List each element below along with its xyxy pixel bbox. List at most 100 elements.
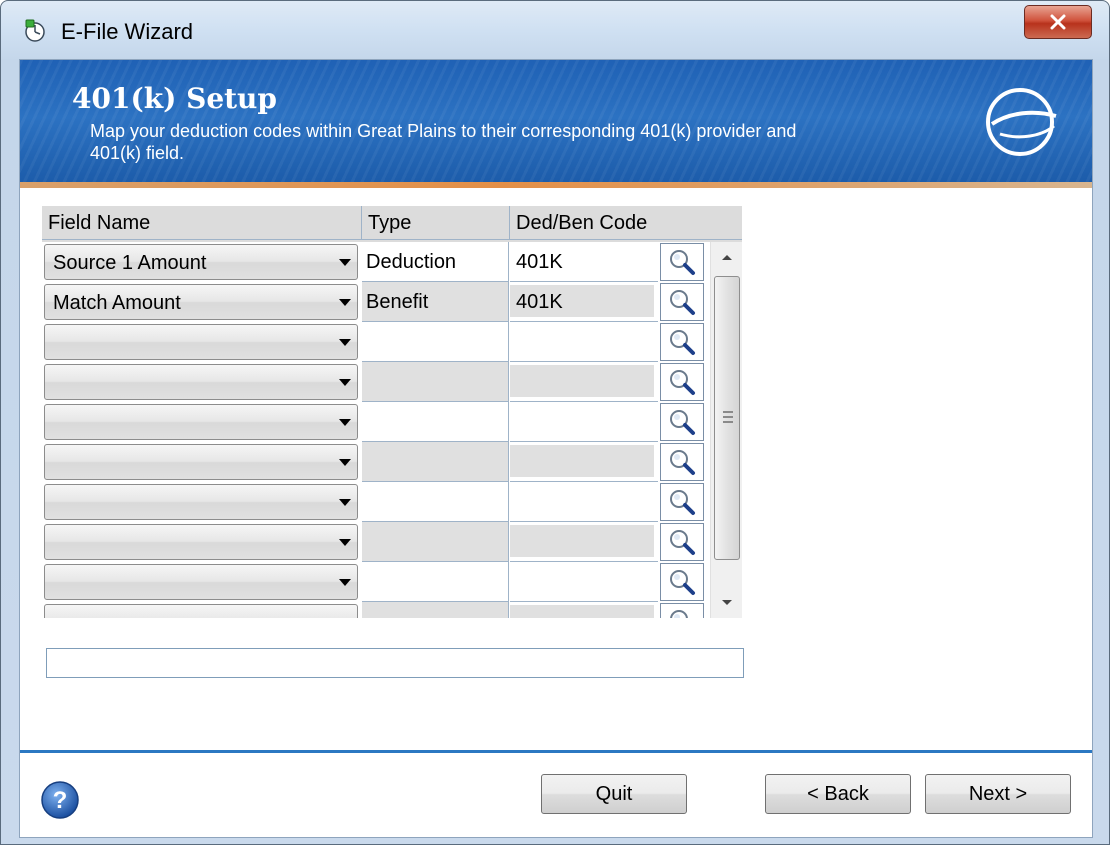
- dropdown-arrow-icon: [339, 259, 351, 266]
- table-row: [42, 322, 742, 362]
- scroll-up-button[interactable]: [711, 242, 742, 272]
- field-name-dropdown[interactable]: Source 1 Amount: [44, 244, 358, 280]
- help-icon[interactable]: ?: [40, 780, 80, 820]
- field-name-dropdown[interactable]: [44, 604, 358, 618]
- dropdown-arrow-icon: [339, 379, 351, 386]
- title-bar: E-File Wizard: [1, 1, 1109, 59]
- column-header-type[interactable]: Type: [362, 206, 510, 240]
- wizard-app-icon: [25, 19, 45, 42]
- code-field[interactable]: [510, 445, 654, 477]
- type-cell: Deduction: [362, 242, 509, 282]
- column-header-field-name[interactable]: Field Name: [42, 206, 362, 240]
- table-row: [42, 402, 742, 442]
- field-name-dropdown[interactable]: [44, 404, 358, 440]
- code-field[interactable]: [510, 325, 654, 357]
- magnifier-icon: [670, 610, 688, 618]
- type-cell: [362, 482, 509, 522]
- column-header-code[interactable]: Ded/Ben Code: [510, 206, 742, 240]
- code-cell[interactable]: [510, 322, 658, 362]
- field-name-dropdown[interactable]: [44, 324, 358, 360]
- type-value: Benefit: [366, 291, 429, 313]
- banner-accent-line: [20, 182, 1092, 188]
- dropdown-arrow-icon: [339, 499, 351, 506]
- code-field[interactable]: [510, 605, 654, 618]
- scroll-thumb[interactable]: [714, 276, 740, 560]
- magnifier-icon: [670, 490, 695, 515]
- dropdown-arrow-icon: [339, 339, 351, 346]
- code-field[interactable]: [510, 565, 654, 597]
- footer-divider: [20, 750, 1092, 753]
- window-title: E-File Wizard: [61, 19, 194, 44]
- type-cell: [362, 522, 509, 562]
- magnifier-icon: [670, 330, 695, 355]
- lookup-button[interactable]: [660, 243, 704, 281]
- grid-scrollbar[interactable]: [710, 242, 742, 618]
- code-cell[interactable]: [510, 522, 658, 562]
- dropdown-arrow-icon: [339, 539, 351, 546]
- field-name-value: Match Amount: [53, 292, 181, 314]
- code-cell[interactable]: [510, 402, 658, 442]
- scroll-grip: [723, 411, 733, 423]
- field-name-dropdown[interactable]: [44, 484, 358, 520]
- lookup-button[interactable]: [660, 403, 704, 441]
- field-name-dropdown[interactable]: [44, 524, 358, 560]
- code-field[interactable]: [510, 405, 654, 437]
- magnifier-icon: [670, 410, 695, 435]
- chevron-down-icon: [722, 600, 732, 605]
- code-field[interactable]: 401K: [510, 285, 654, 317]
- table-row: [42, 522, 742, 562]
- lookup-button[interactable]: [660, 483, 704, 521]
- type-cell: [362, 322, 509, 362]
- field-name-value: Source 1 Amount: [53, 252, 207, 274]
- e-file-wizard-window: E-File Wizard 401(k) Setup Map your dedu…: [0, 0, 1110, 845]
- magnifier-icon: [670, 530, 695, 555]
- lookup-button[interactable]: [660, 563, 704, 601]
- lookup-button[interactable]: [660, 283, 704, 321]
- status-field: [46, 648, 744, 678]
- type-cell: [362, 562, 509, 602]
- dropdown-arrow-icon: [339, 579, 351, 586]
- back-button[interactable]: < Back: [765, 774, 911, 814]
- next-button[interactable]: Next >: [925, 774, 1071, 814]
- grid-header: Field Name Type Ded/Ben Code: [42, 206, 742, 242]
- client-area: 401(k) Setup Map your deduction codes wi…: [19, 59, 1093, 838]
- table-row: Source 1 Amount Deduction 401K: [42, 242, 742, 282]
- code-cell[interactable]: [510, 602, 658, 618]
- code-field[interactable]: [510, 365, 654, 397]
- field-name-dropdown[interactable]: Match Amount: [44, 284, 358, 320]
- magnifier-icon: [670, 370, 695, 395]
- close-icon: [1050, 14, 1066, 30]
- field-name-dropdown[interactable]: [44, 564, 358, 600]
- quit-button[interactable]: Quit: [541, 774, 687, 814]
- type-cell: [362, 442, 509, 482]
- code-cell[interactable]: [510, 442, 658, 482]
- table-row: [42, 442, 742, 482]
- code-field[interactable]: [510, 525, 654, 557]
- lookup-button[interactable]: [660, 443, 704, 481]
- page-title: 401(k) Setup: [72, 82, 277, 115]
- code-value: 401K: [516, 251, 563, 273]
- lookup-button[interactable]: [660, 523, 704, 561]
- type-cell: [362, 602, 509, 618]
- magnifier-icon: [670, 290, 695, 315]
- scroll-down-button[interactable]: [711, 588, 742, 618]
- lookup-button[interactable]: [660, 323, 704, 361]
- close-button[interactable]: [1024, 5, 1092, 39]
- code-cell[interactable]: 401K: [510, 242, 658, 282]
- field-name-dropdown[interactable]: [44, 444, 358, 480]
- magnifier-icon: [670, 250, 695, 275]
- code-cell[interactable]: [510, 562, 658, 602]
- field-name-dropdown[interactable]: [44, 364, 358, 400]
- code-field[interactable]: 401K: [510, 245, 654, 277]
- svg-text:?: ?: [53, 787, 68, 814]
- lookup-button[interactable]: [660, 363, 704, 401]
- mapping-grid: Field Name Type Ded/Ben Code Source 1 Am…: [42, 206, 742, 618]
- code-cell[interactable]: [510, 482, 658, 522]
- type-value: Deduction: [366, 251, 457, 273]
- code-cell[interactable]: 401K: [510, 282, 658, 322]
- type-cell: Benefit: [362, 282, 509, 322]
- lookup-button[interactable]: [660, 603, 704, 618]
- code-cell[interactable]: [510, 362, 658, 402]
- code-value: 401K: [516, 291, 563, 313]
- code-field[interactable]: [510, 485, 654, 517]
